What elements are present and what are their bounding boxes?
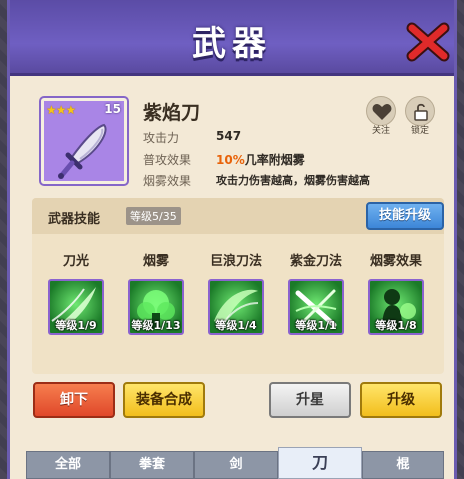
skill-level: 等级1/4 xyxy=(215,319,257,332)
skill-name: 紫金刀法 xyxy=(289,254,342,269)
sword-icon xyxy=(58,123,107,179)
unequip-button[interactable]: 卸下 xyxy=(33,382,115,418)
star-up-button[interactable]: 升星 xyxy=(269,382,351,418)
upgrade-button[interactable]: 升级 xyxy=(360,382,442,418)
skill-upgrade-button[interactable]: 技能升级 xyxy=(366,202,444,230)
skill-level: 等级1/9 xyxy=(55,319,97,332)
skill-name: 刀光 xyxy=(62,254,89,269)
skills-level-badge: 等级5/35 xyxy=(126,207,181,225)
attack-label: 攻击力 xyxy=(143,131,180,145)
synthesize-button[interactable]: 装备合成 xyxy=(123,382,205,418)
skill-icon-tile: 等级1/9 xyxy=(48,279,104,335)
weapon-name: 紫焰刀 xyxy=(143,102,201,124)
lock-label: 锁定 xyxy=(410,126,429,136)
attack-value: 547 xyxy=(216,129,242,143)
weapon-category-tabs: 全部 拳套 剑 刀 棍 xyxy=(26,447,456,479)
skill-wave-blade[interactable]: 巨浪刀法 等级1/4 xyxy=(200,250,272,335)
skill-name: 烟雾效果 xyxy=(369,254,422,269)
skill-icon-tile: 等级1/13 xyxy=(128,279,184,335)
star-rating: ★★★ xyxy=(46,103,76,117)
normal-effect-text: 几率附烟雾 xyxy=(244,153,305,167)
normal-effect-percent: 10% xyxy=(216,153,245,167)
skill-purple-gold-blade[interactable]: 紫金刀法 等级1/1 xyxy=(280,250,352,335)
close-icon[interactable] xyxy=(406,22,450,62)
skill-icon-tile: 等级1/1 xyxy=(288,279,344,335)
normal-effect-value: 10%几率附烟雾 xyxy=(216,151,305,168)
skill-level: 等级1/13 xyxy=(131,319,181,332)
skill-name: 巨浪刀法 xyxy=(209,254,262,269)
skill-smoke[interactable]: 烟雾 等级1/13 xyxy=(120,250,192,335)
weapon-skills-section: 武器技能 等级5/35 技能升级 刀光 等级1/9 烟雾 等级1/13 巨浪刀法… xyxy=(32,198,444,374)
tab-blade[interactable]: 刀 xyxy=(278,447,362,479)
weapon-panel: 武器 ★★★ 15 紫焰刀 攻击力 547 普攻效果 10%几率附烟雾 烟雾效果… xyxy=(7,0,457,479)
skill-name: 烟雾 xyxy=(142,254,169,269)
weapon-level: 15 xyxy=(104,102,121,116)
tab-sword[interactable]: 剑 xyxy=(194,451,278,479)
page-title: 武器 xyxy=(192,24,272,64)
skill-blade-light[interactable]: 刀光 等级1/9 xyxy=(40,250,112,335)
skills-title: 武器技能 xyxy=(48,212,101,227)
skill-smoke-effect[interactable]: 烟雾效果 等级1/8 xyxy=(360,250,432,335)
title-bar: 武器 xyxy=(10,0,454,76)
skill-icon-tile: 等级1/8 xyxy=(368,279,424,335)
skill-icon-tile: 等级1/4 xyxy=(208,279,264,335)
tab-staff[interactable]: 棍 xyxy=(362,451,444,479)
tab-all[interactable]: 全部 xyxy=(26,451,110,479)
skill-level: 等级1/8 xyxy=(375,319,417,332)
smoke-effect-text: 攻击力伤害越高，烟雾伤害越高 xyxy=(216,174,370,187)
favorite-button[interactable] xyxy=(366,96,396,126)
smoke-effect-label: 烟雾效果 xyxy=(143,174,192,188)
weapon-icon-frame[interactable]: ★★★ 15 xyxy=(41,98,127,184)
skill-level: 等级1/1 xyxy=(295,319,337,332)
favorite-label: 关注 xyxy=(371,126,390,136)
lock-button[interactable] xyxy=(405,96,435,126)
tab-gloves[interactable]: 拳套 xyxy=(110,451,194,479)
normal-effect-label: 普攻效果 xyxy=(143,153,192,167)
